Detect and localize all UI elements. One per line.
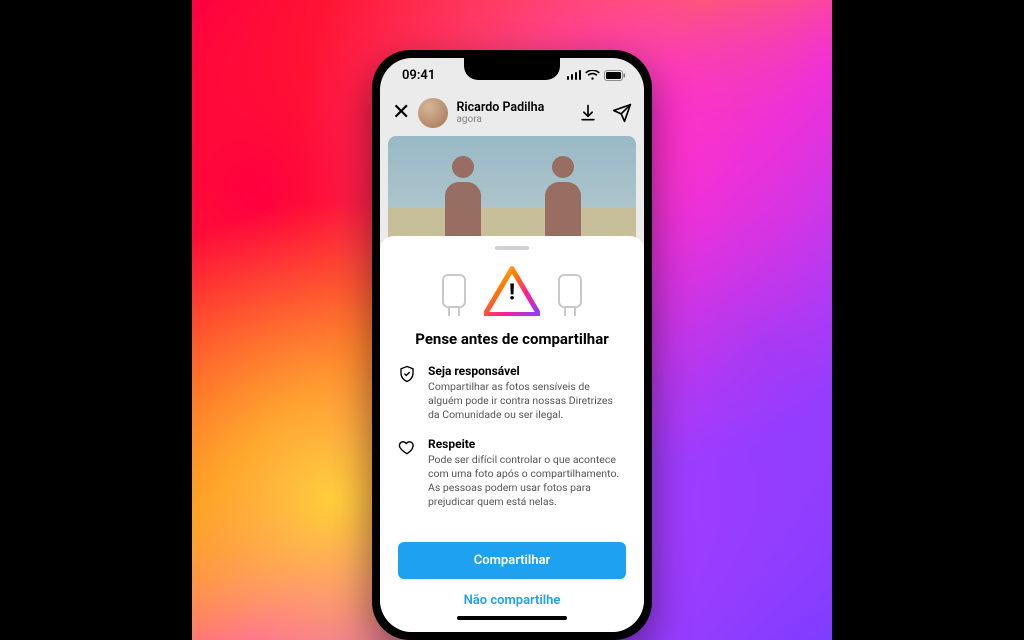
speech-sign-icon (442, 274, 466, 308)
story-username: Ricardo Padilha (456, 101, 570, 115)
share-button[interactable]: Compartilhar (398, 542, 626, 579)
cellular-icon (567, 70, 582, 80)
story-author-block[interactable]: Ricardo Padilha agora (456, 101, 570, 126)
sheet-item-body: Compartilhar as fotos sensíveis de algué… (428, 380, 626, 423)
sheet-title: Pense antes de compartilhar (398, 330, 626, 348)
send-icon[interactable] (612, 103, 632, 123)
battery-icon (604, 70, 626, 81)
share-warning-sheet: ! Pense antes de compartilhar Seja respo… (380, 236, 644, 632)
warning-illustration: ! (398, 260, 626, 322)
sheet-item-title: Seja responsável (428, 364, 626, 378)
avatar[interactable] (418, 98, 448, 128)
status-bar: 09:41 (380, 58, 644, 92)
sheet-item-responsible: Seja responsável Compartilhar as fotos s… (398, 364, 626, 423)
home-indicator[interactable] (457, 616, 567, 620)
phone-frame: 09:41 ✕ Ricardo Padilha agora (372, 50, 652, 640)
shield-check-icon (398, 364, 418, 423)
heart-icon (398, 437, 418, 510)
close-icon[interactable]: ✕ (392, 102, 410, 124)
sheet-grabber[interactable] (495, 246, 529, 250)
sheet-item-respect: Respeite Pode ser difícil controlar o qu… (398, 437, 626, 510)
gradient-stage: 09:41 ✕ Ricardo Padilha agora (192, 0, 832, 640)
image-sign-icon (558, 274, 582, 308)
wifi-icon (585, 70, 600, 81)
status-right (567, 70, 627, 81)
download-icon[interactable] (578, 103, 598, 123)
sheet-item-body: Pode ser difícil controlar o que acontec… (428, 453, 626, 510)
story-header: ✕ Ricardo Padilha agora (380, 92, 644, 136)
phone-screen: 09:41 ✕ Ricardo Padilha agora (380, 58, 644, 632)
exclamation-icon: ! (509, 281, 515, 306)
story-timestamp: agora (456, 114, 570, 125)
status-time: 09:41 (402, 68, 435, 83)
dont-share-button[interactable]: Não compartilhe (398, 589, 626, 610)
warning-triangle-icon: ! (484, 266, 540, 316)
sheet-item-title: Respeite (428, 437, 626, 451)
